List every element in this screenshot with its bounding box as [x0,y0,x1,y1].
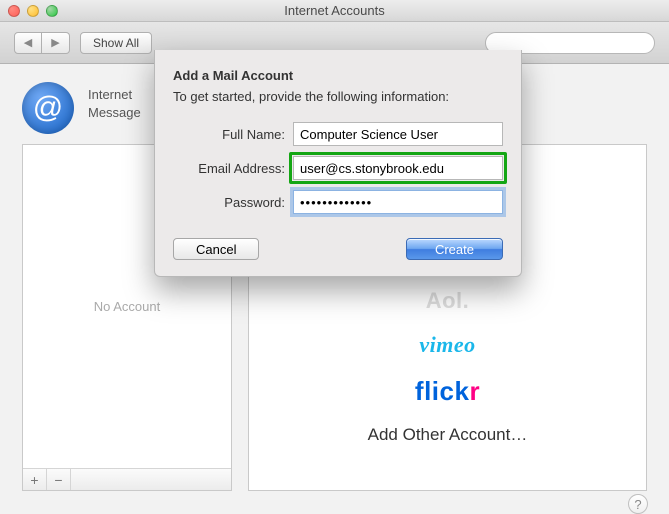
triangle-right-icon: ▶ [51,36,59,49]
window-titlebar: Internet Accounts [0,0,669,22]
email-label: Email Address: [173,161,285,176]
email-input[interactable] [293,156,503,180]
sheet-subtitle: To get started, provide the following in… [173,89,503,104]
add-account-button[interactable]: + [23,469,47,490]
remove-account-button[interactable]: − [47,469,71,490]
cancel-button[interactable]: Cancel [173,238,259,260]
add-mail-account-sheet: Add a Mail Account To get started, provi… [154,50,522,277]
close-window-button[interactable] [8,5,20,17]
full-name-row: Full Name: [173,122,503,146]
sheet-button-row: Cancel Create [173,238,503,260]
password-row: Password: [173,190,503,214]
provider-vimeo[interactable]: vimeo [419,332,475,358]
sheet-title: Add a Mail Account [173,68,503,83]
full-name-input[interactable] [293,122,503,146]
add-other-account[interactable]: Add Other Account… [368,425,528,445]
triangle-left-icon: ◀ [24,36,32,49]
sidebar-footer: + − [23,468,231,490]
password-input[interactable] [293,190,503,214]
at-icon: @ [22,82,74,134]
forward-button[interactable]: ▶ [42,32,70,54]
minimize-window-button[interactable] [27,5,39,17]
traffic-lights [8,5,58,17]
nav-group: ◀ ▶ [14,32,70,54]
zoom-window-button[interactable] [46,5,58,17]
full-name-label: Full Name: [173,127,285,142]
email-row: Email Address: [173,156,503,180]
search-input[interactable] [500,36,655,50]
provider-flickr[interactable]: flickr [415,376,480,407]
window-title: Internet Accounts [0,3,669,18]
help-button[interactable]: ? [628,494,648,514]
provider-aol[interactable]: Aol. [426,288,470,314]
show-all-button[interactable]: Show All [80,32,152,54]
create-button[interactable]: Create [406,238,503,260]
password-label: Password: [173,195,285,210]
back-button[interactable]: ◀ [14,32,42,54]
